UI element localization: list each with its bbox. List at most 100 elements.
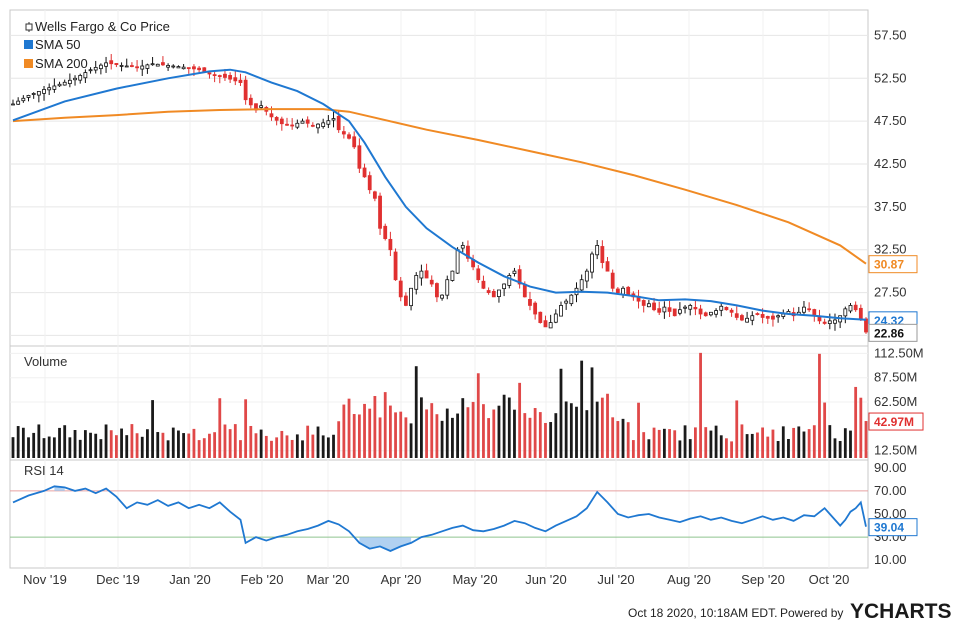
x-axis-tick: May '20	[452, 572, 497, 587]
price-candle	[57, 83, 62, 87]
price-y-tick: 57.50	[874, 27, 907, 42]
volume-bar	[223, 424, 227, 458]
price-candle	[595, 245, 600, 256]
price-y-tick: 37.50	[874, 199, 907, 214]
price-candle	[424, 270, 429, 279]
price-candle	[435, 283, 439, 298]
volume-bar	[600, 397, 604, 458]
price-candle	[543, 320, 548, 328]
price-candle	[290, 124, 295, 127]
x-axis-tick: Jul '20	[597, 572, 634, 587]
volume-bar	[797, 426, 801, 458]
price-candle	[83, 72, 88, 79]
price-candle	[11, 103, 15, 106]
rsi-panel-frame	[9, 459, 869, 569]
price-candle	[858, 307, 863, 320]
price-candle	[274, 117, 279, 121]
candle-icon	[25, 22, 33, 32]
volume-bar	[461, 398, 465, 458]
volume-bar	[528, 417, 532, 458]
volume-bar	[662, 428, 666, 458]
volume-bar	[761, 427, 765, 458]
rsi-tag-label: 39.04	[874, 521, 904, 535]
volume-bar	[445, 408, 449, 458]
volume-panel-frame	[9, 345, 869, 461]
price-candle	[677, 309, 682, 314]
volume-bar	[497, 405, 501, 458]
price-candle	[305, 119, 310, 124]
price-candle	[683, 306, 687, 309]
volume-bar	[151, 400, 154, 458]
volume-bar	[730, 441, 733, 458]
price-candle	[750, 315, 755, 321]
rsi-y-tick: 70.00	[874, 483, 907, 498]
volume-bar	[249, 425, 253, 458]
volume-bar	[73, 430, 77, 458]
volume-bar	[47, 436, 51, 458]
price-candle	[559, 305, 563, 317]
volume-bar	[585, 410, 589, 458]
volume-bar	[208, 433, 211, 458]
volume-bar	[378, 417, 382, 458]
volume-bar	[626, 422, 630, 458]
volume-bar	[699, 352, 702, 458]
sma200-swatch-icon	[24, 59, 33, 68]
price-candle	[130, 65, 134, 67]
volume-bar	[544, 422, 547, 458]
price-candle	[300, 120, 305, 124]
price-candle	[745, 317, 749, 323]
volume-bar	[725, 438, 728, 458]
volume-bar	[569, 403, 573, 458]
price-candle	[564, 300, 569, 304]
volume-bar	[275, 437, 279, 458]
volume-bar	[321, 435, 325, 458]
price-candle	[755, 313, 760, 315]
volume-bar	[420, 397, 423, 458]
price-candle	[662, 306, 667, 313]
price-candle	[802, 306, 806, 313]
volume-bar	[192, 428, 196, 458]
price-candle	[238, 79, 243, 83]
volume-bar	[259, 429, 263, 458]
price-candle	[212, 74, 217, 77]
volume-bar	[156, 432, 160, 458]
price-candle	[378, 195, 382, 229]
volume-bar	[704, 427, 708, 458]
price-candle	[450, 270, 455, 281]
volume-bar	[792, 427, 796, 458]
volume-bar	[357, 414, 361, 458]
volume-bar	[466, 407, 470, 458]
price-candle	[833, 319, 837, 324]
volume-bar	[404, 417, 408, 458]
price-candle	[67, 79, 72, 85]
price-candle	[372, 191, 377, 199]
volume-bar	[104, 424, 108, 458]
price-candle	[569, 294, 574, 305]
price-y-tick: 32.50	[874, 242, 907, 257]
price-candle	[279, 118, 284, 125]
volume-bar	[766, 436, 770, 458]
price-candle	[47, 87, 52, 91]
price-candle	[78, 75, 83, 81]
volume-bar	[828, 425, 832, 458]
volume-bar	[476, 373, 480, 458]
price-candle	[171, 65, 176, 68]
price-candle	[321, 122, 326, 127]
price-candle	[579, 279, 584, 291]
price-candle	[522, 283, 527, 298]
price-candle	[42, 89, 46, 94]
price-candle	[140, 65, 145, 70]
price-candle	[533, 302, 538, 315]
price-candle	[285, 123, 289, 126]
price-candle	[367, 175, 372, 191]
sma50-line	[12, 68, 867, 321]
price-candle	[119, 65, 124, 67]
price-candle	[93, 67, 98, 71]
volume-bar	[807, 429, 811, 458]
price-candle	[186, 67, 191, 69]
price-candle	[657, 308, 662, 313]
price-candle	[403, 295, 408, 306]
rsi-y-tick: 10.00	[874, 552, 907, 567]
price-candle	[352, 136, 357, 148]
price-candle	[455, 249, 460, 274]
